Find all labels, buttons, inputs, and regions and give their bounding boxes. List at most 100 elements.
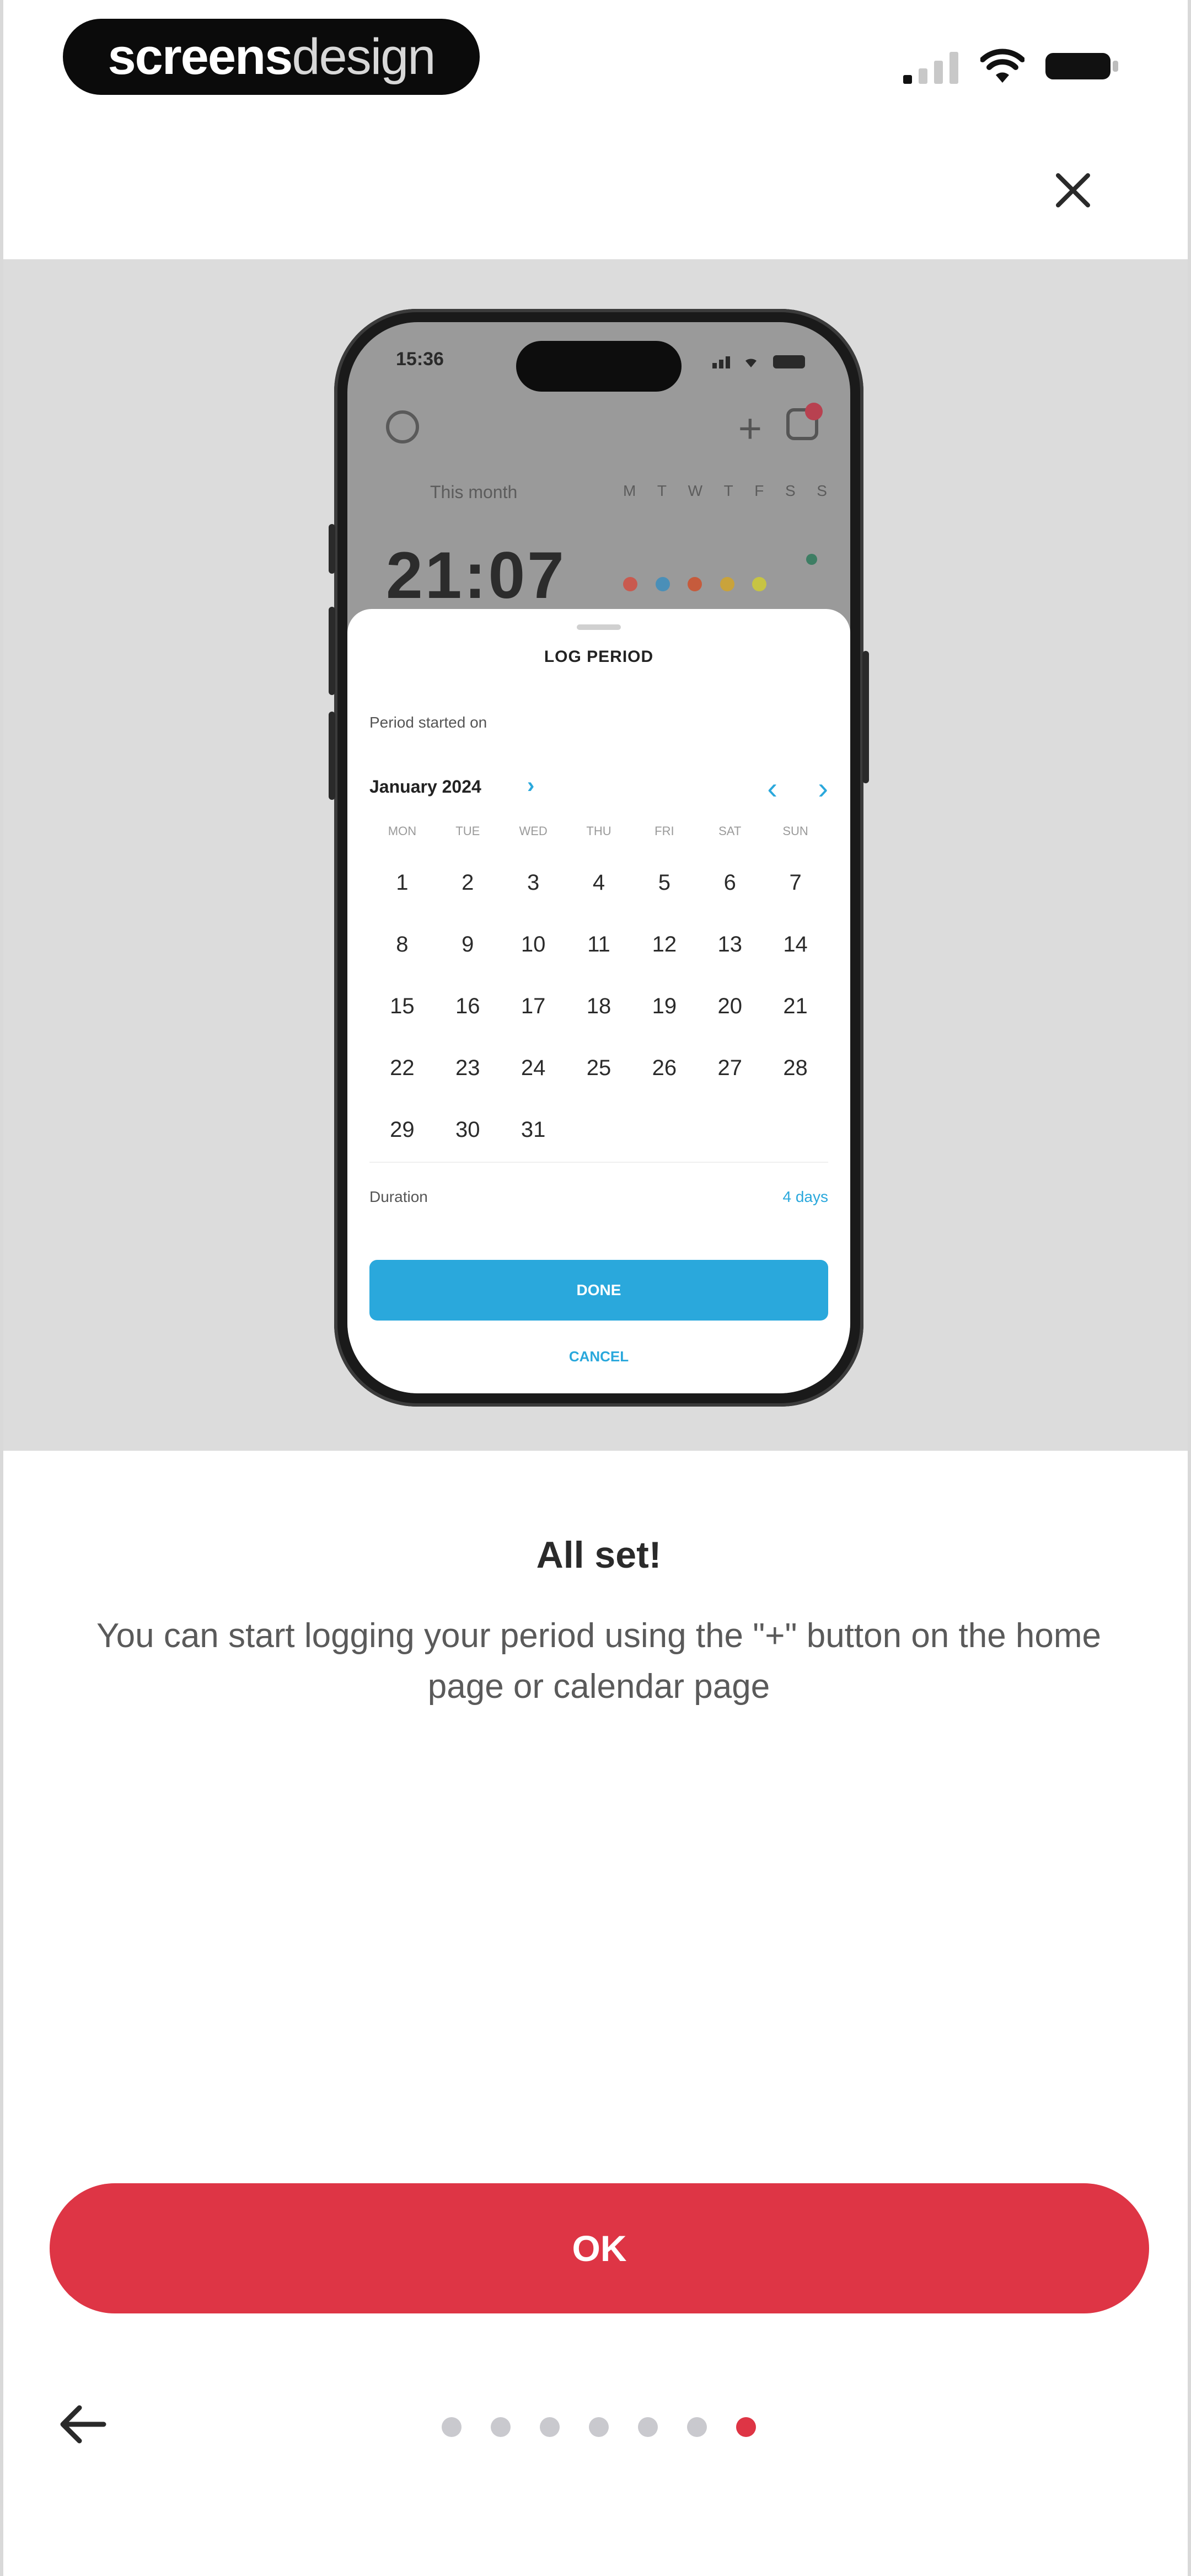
weekday-label: SUN bbox=[782, 824, 808, 838]
dynamic-island bbox=[516, 341, 682, 392]
hero-illustration: 15:36 + This month M T W T F S S 21:07 L… bbox=[3, 259, 1188, 1451]
chevron-right-icon[interactable]: › bbox=[527, 773, 534, 798]
cycle-dot bbox=[688, 577, 702, 591]
log-period-sheet: LOG PERIOD Period started on January 202… bbox=[347, 609, 850, 1393]
logo-text-strong: screens bbox=[108, 28, 293, 85]
calendar-day[interactable]: 21 bbox=[763, 975, 828, 1037]
calendar-day[interactable]: 30 bbox=[435, 1099, 501, 1161]
close-icon bbox=[1056, 173, 1090, 207]
duration-value[interactable]: 4 days bbox=[783, 1188, 829, 1206]
previous-month-button[interactable]: ‹ bbox=[767, 770, 777, 806]
cycle-counter: 21:07 bbox=[386, 538, 566, 612]
page-description: You can start logging your period using … bbox=[96, 1617, 1102, 1706]
next-month-button[interactable]: › bbox=[818, 770, 828, 806]
month-row: January 2024 › ‹ › bbox=[369, 771, 828, 805]
divider bbox=[369, 1162, 828, 1163]
logo-text-light: design bbox=[292, 28, 436, 85]
page-title: All set! bbox=[536, 1534, 662, 1576]
calendar-day[interactable]: 28 bbox=[763, 1037, 828, 1099]
calendar-day[interactable]: 26 bbox=[631, 1037, 697, 1099]
calendar-grid: 1 2 3 4 5 6 7 8 9 10 11 12 13 14 15 16 17 18 19 20 21 22 23 24 2… bbox=[369, 852, 828, 1161]
weekday-label: WED bbox=[519, 824, 548, 838]
week-letter: M bbox=[623, 482, 636, 499]
screensdesign-logo: screens design bbox=[63, 19, 480, 95]
pager-dot[interactable] bbox=[442, 2417, 462, 2437]
status-bar: screens design bbox=[3, 0, 1188, 121]
calendar-day[interactable]: 12 bbox=[631, 913, 697, 975]
mini-status-icons bbox=[712, 355, 805, 368]
calendar-day[interactable]: 29 bbox=[369, 1099, 435, 1161]
back-button[interactable] bbox=[52, 2394, 112, 2455]
pager-dot[interactable] bbox=[687, 2417, 707, 2437]
calendar-day[interactable]: 16 bbox=[435, 975, 501, 1037]
weekday-label: THU bbox=[586, 824, 611, 838]
weekday-label: MON bbox=[388, 824, 417, 838]
calendar-day[interactable]: 24 bbox=[501, 1037, 566, 1099]
status-dot bbox=[806, 554, 817, 565]
calendar-day[interactable]: 3 bbox=[501, 852, 566, 913]
arrow-left-icon bbox=[60, 2405, 106, 2444]
app-avatar-icon[interactable] bbox=[386, 410, 419, 443]
week-letter: T bbox=[657, 482, 667, 499]
week-letter: T bbox=[723, 482, 733, 499]
phone-power-button bbox=[862, 651, 869, 783]
weekday-label: SAT bbox=[718, 824, 742, 838]
weekday-label: FRI bbox=[654, 824, 674, 838]
week-letter: S bbox=[817, 482, 827, 499]
week-letter: F bbox=[754, 482, 764, 499]
period-started-label: Period started on bbox=[369, 714, 487, 731]
mini-status-time: 15:36 bbox=[396, 349, 444, 370]
calendar-day[interactable]: 23 bbox=[435, 1037, 501, 1099]
calendar-day[interactable]: 15 bbox=[369, 975, 435, 1037]
pager-dot[interactable] bbox=[491, 2417, 511, 2437]
week-letter: W bbox=[688, 482, 703, 499]
calendar-day[interactable]: 6 bbox=[697, 852, 763, 913]
calendar-day[interactable]: 5 bbox=[631, 852, 697, 913]
calendar-day[interactable]: 25 bbox=[566, 1037, 632, 1099]
cycle-dots bbox=[623, 577, 766, 591]
calendar-day[interactable]: 1 bbox=[369, 852, 435, 913]
calendar-day[interactable]: 7 bbox=[763, 852, 828, 913]
phone-mockup: 15:36 + This month M T W T F S S 21:07 L… bbox=[329, 309, 869, 1407]
cycle-dot bbox=[623, 577, 637, 591]
calendar-day[interactable]: 22 bbox=[369, 1037, 435, 1099]
calendar-day[interactable]: 17 bbox=[501, 975, 566, 1037]
cellular-signal-icon bbox=[903, 52, 958, 84]
phone-volume-down bbox=[329, 712, 335, 800]
sheet-title: LOG PERIOD bbox=[544, 648, 654, 666]
battery-icon bbox=[1045, 53, 1118, 79]
cycle-dot bbox=[752, 577, 766, 591]
calendar-day[interactable]: 20 bbox=[697, 975, 763, 1037]
calendar-day[interactable]: 8 bbox=[369, 913, 435, 975]
pager-dot-active[interactable] bbox=[736, 2417, 756, 2437]
month-label[interactable]: January 2024 bbox=[369, 777, 481, 797]
calendar-day[interactable]: 27 bbox=[697, 1037, 763, 1099]
done-button[interactable]: DONE bbox=[369, 1260, 828, 1321]
pager-dot[interactable] bbox=[638, 2417, 658, 2437]
calendar-day[interactable]: 4 bbox=[566, 852, 632, 913]
calendar-day[interactable]: 9 bbox=[435, 913, 501, 975]
pager-dot[interactable] bbox=[589, 2417, 609, 2437]
calendar-day[interactable]: 19 bbox=[631, 975, 697, 1037]
close-button[interactable] bbox=[1040, 157, 1106, 223]
calendar-day[interactable]: 10 bbox=[501, 913, 566, 975]
cancel-button[interactable]: CANCEL bbox=[347, 1348, 850, 1365]
week-letters: M T W T F S S bbox=[623, 482, 827, 500]
ok-button[interactable]: OK bbox=[50, 2183, 1149, 2313]
calendar-day[interactable]: 18 bbox=[566, 975, 632, 1037]
calendar-day[interactable]: 13 bbox=[697, 913, 763, 975]
app-plus-icon[interactable]: + bbox=[738, 405, 762, 452]
weekday-header: MON TUE WED THU FRI SAT SUN bbox=[369, 824, 828, 838]
pager-dot[interactable] bbox=[540, 2417, 560, 2437]
cycle-dot bbox=[655, 577, 670, 591]
phone-screen: 15:36 + This month M T W T F S S 21:07 L… bbox=[347, 322, 850, 1393]
sheet-grabber[interactable] bbox=[577, 624, 621, 630]
this-month-label: This month bbox=[430, 482, 518, 502]
calendar-day[interactable]: 2 bbox=[435, 852, 501, 913]
calendar-day[interactable]: 31 bbox=[501, 1099, 566, 1161]
cycle-dot bbox=[720, 577, 734, 591]
calendar-day[interactable]: 11 bbox=[566, 913, 632, 975]
calendar-day[interactable]: 14 bbox=[763, 913, 828, 975]
screen: screens design 15:36 + This month M T W … bbox=[0, 0, 1191, 2576]
wifi-icon bbox=[980, 49, 1024, 83]
